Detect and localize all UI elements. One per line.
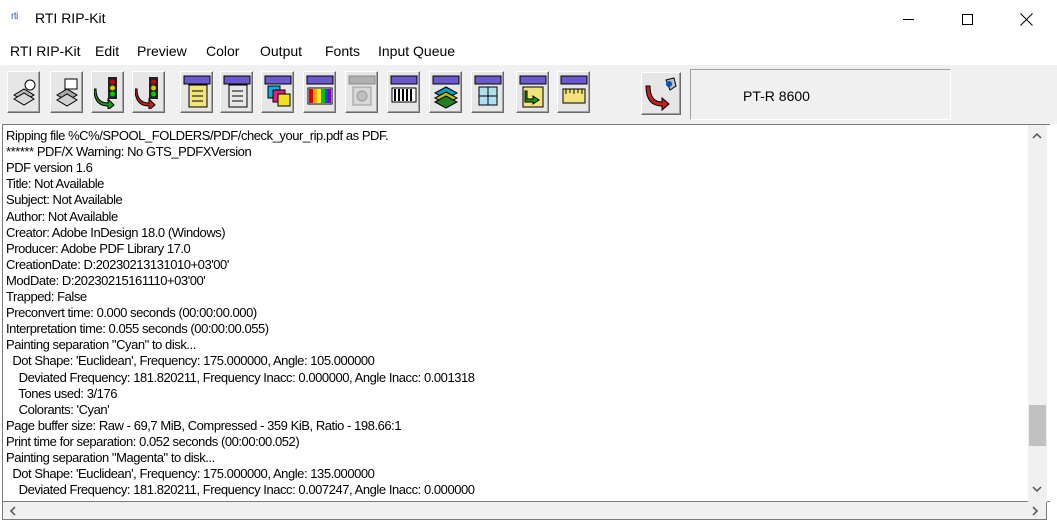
- log-line: Interpretation time: 0.055 seconds (00:0…: [6, 321, 269, 337]
- document-settings-icon: [223, 75, 251, 108]
- layers-button[interactable]: [429, 71, 462, 113]
- traffic-light-green-arrow-icon: [94, 77, 117, 109]
- grid-layout-icon: [474, 75, 502, 106]
- log-line: Print time for separation: 0.052 seconds…: [6, 433, 300, 449]
- close-button[interactable]: [1003, 0, 1049, 38]
- log-line: Deviated Frequency: 181.820211, Frequenc…: [6, 369, 475, 385]
- page-setup-button[interactable]: [180, 71, 213, 113]
- log-line: Creator: Adobe InDesign 18.0 (Windows): [6, 224, 226, 240]
- log-line: Ripping file %C%/SPOOL_FOLDERS/PDF/check…: [6, 128, 389, 143]
- color-calibration-button[interactable]: [303, 71, 336, 113]
- log-line: Trapped: False: [6, 289, 87, 304]
- page-setup-icon: [183, 75, 211, 108]
- halftone-button[interactable]: [387, 71, 420, 113]
- maximize-icon: [961, 13, 973, 25]
- open-file-stack-icon: [13, 79, 36, 106]
- menu-output[interactable]: Output: [260, 43, 302, 59]
- menu-rti-rip-kit[interactable]: RTI RIP-Kit: [10, 43, 81, 59]
- log-line: Page buffer size: Raw - 69,7 MiB, Compre…: [6, 417, 402, 433]
- device-connect-icon: [645, 77, 677, 112]
- scroll-right-icon[interactable]: [1030, 506, 1040, 516]
- grid-layout-button[interactable]: [471, 71, 504, 113]
- menu-preview[interactable]: Preview: [137, 43, 187, 59]
- log-line: Tones used: 3/176: [6, 385, 118, 401]
- vertical-scrollbar[interactable]: [1028, 125, 1047, 502]
- title-bar: rti RTI RIP-Kit: [0, 0, 1057, 38]
- traffic-light-red-arrow-icon: [135, 77, 158, 109]
- log-line: Painting separation "Cyan" to disk...: [6, 337, 196, 353]
- device-model-display: PT-R 8600: [690, 69, 951, 120]
- horizontal-scrollbar[interactable]: [2, 502, 1047, 520]
- scroll-up-icon[interactable]: [1032, 131, 1042, 141]
- ruler-settings-button[interactable]: [557, 71, 590, 113]
- start-button[interactable]: [91, 71, 124, 113]
- log-line: Dot Shape: 'Euclidean', Frequency: 175.0…: [6, 353, 375, 369]
- ruler-settings-icon: [560, 75, 588, 104]
- menu-edit[interactable]: Edit: [95, 43, 119, 59]
- scroll-down-icon[interactable]: [1032, 484, 1042, 494]
- log-line: ****** PDF/X Warning: No GTS_PDFXVersion: [6, 144, 252, 160]
- log-line: ModDate: D:20230215161110+03'00': [6, 272, 206, 288]
- color-calibration-icon: [306, 75, 334, 105]
- log-line: Producer: Adobe PDF Library 17.0: [6, 240, 191, 256]
- layers-icon: [432, 75, 460, 109]
- print-button[interactable]: [50, 71, 83, 113]
- device-model-label: PT-R 8600: [743, 88, 810, 104]
- toolbar: PT-R 8600: [0, 64, 1057, 124]
- device-connect-button[interactable]: [641, 72, 681, 115]
- close-icon: [1020, 13, 1033, 26]
- menu-fonts[interactable]: Fonts: [325, 43, 360, 59]
- menu-input-queue[interactable]: Input Queue: [378, 43, 455, 59]
- log-line: Subject: Not Available: [6, 192, 123, 208]
- log-line: Painting separation "Magenta" to disk...: [6, 450, 215, 465]
- disabled-tool-button[interactable]: [345, 71, 378, 113]
- log-line: Title: Not Available: [6, 176, 104, 192]
- menu-color[interactable]: Color: [206, 43, 239, 59]
- menu-bar: RTI RIP-Kit Edit Preview Color Output Fo…: [0, 40, 1057, 64]
- color-separation-icon: [264, 75, 292, 107]
- maximize-button[interactable]: [944, 0, 990, 38]
- open-file-button[interactable]: [7, 71, 40, 113]
- window-title: RTI RIP-Kit: [35, 10, 106, 26]
- rti-logo-icon: rti: [11, 11, 18, 22]
- disabled-tool-icon: [348, 75, 376, 106]
- minimize-button[interactable]: [885, 0, 931, 38]
- document-settings-button[interactable]: [220, 71, 253, 113]
- log-line: Preconvert time: 0.000 seconds (00:00:00…: [6, 305, 257, 321]
- log-line: PDF version 1.6: [6, 160, 93, 176]
- print-stack-icon: [56, 78, 78, 107]
- color-separation-button[interactable]: [261, 71, 294, 113]
- log-line: Author: Not Available: [6, 208, 118, 224]
- vertical-scroll-thumb[interactable]: [1029, 405, 1046, 447]
- output-queue-icon: [519, 75, 547, 108]
- stop-button[interactable]: [132, 71, 165, 113]
- log-line: Deviated Frequency: 181.820211, Frequenc…: [6, 482, 475, 498]
- log-line: Colorants: 'Cyan': [6, 401, 110, 417]
- output-queue-button[interactable]: [516, 71, 549, 113]
- scroll-left-icon[interactable]: [8, 506, 18, 516]
- log-line: CreationDate: D:20230213131010+03'00': [6, 256, 229, 272]
- log-output[interactable]: Ripping file %C%/SPOOL_FOLDERS/PDF/check…: [2, 124, 1050, 502]
- log-line: Dot Shape: 'Euclidean', Frequency: 175.0…: [6, 466, 375, 482]
- minimize-icon: [902, 18, 914, 20]
- halftone-icon: [390, 75, 418, 103]
